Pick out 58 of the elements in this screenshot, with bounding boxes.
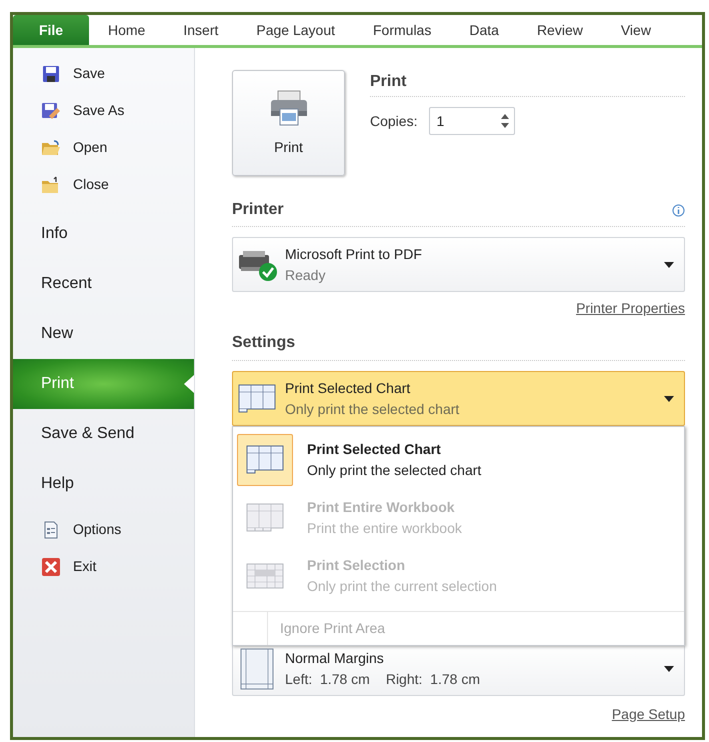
copies-spinner[interactable]: 1 bbox=[429, 107, 516, 135]
dropdown-subtitle: Only print the selected chart bbox=[285, 400, 460, 419]
ribbon-tab[interactable]: Review bbox=[518, 15, 602, 45]
selection-notch-icon bbox=[184, 375, 194, 393]
menu-option[interactable]: Print Selected Chart Only print the selected chart bbox=[233, 431, 684, 489]
printer-dropdown[interactable]: Microsoft Print to PDF Ready bbox=[232, 237, 685, 292]
menu-tab[interactable]: Help bbox=[13, 459, 194, 509]
menu-tab[interactable]: New bbox=[13, 309, 194, 359]
menu-command[interactable]: Exit bbox=[13, 548, 194, 585]
sheet-page-icon bbox=[245, 444, 285, 476]
dropdown-caret-icon bbox=[664, 262, 674, 268]
right-margin-value: Right: 1.78 cm bbox=[386, 670, 480, 689]
document-icon bbox=[43, 520, 59, 538]
option-title: Print Selected Chart bbox=[307, 440, 442, 459]
menu-command[interactable]: Save bbox=[13, 55, 194, 92]
printer-name: Microsoft Print to PDF bbox=[285, 244, 423, 264]
ribbon-tab[interactable]: Formulas bbox=[354, 15, 450, 45]
menu-command[interactable]: Save As bbox=[13, 92, 194, 129]
margins-title: Normal Margins bbox=[285, 649, 385, 668]
option-description: Only print the selected chart bbox=[307, 461, 482, 480]
page-setup-link[interactable]: Page Setup bbox=[612, 704, 685, 725]
menu-tab[interactable]: Recent bbox=[13, 259, 194, 309]
left-margin-value: Left: 1.78 cm bbox=[285, 670, 370, 689]
open-folder-icon bbox=[41, 138, 61, 156]
ribbon-tab[interactable]: View bbox=[602, 15, 670, 45]
option-title: Print Selection bbox=[307, 556, 406, 575]
option-description: Only print the current selection bbox=[307, 577, 497, 596]
menu-tab[interactable]: Save & Send bbox=[13, 409, 194, 459]
section-heading: Print bbox=[370, 70, 685, 97]
option-description: Print the entire workbook bbox=[307, 519, 462, 538]
dropdown-caret-icon bbox=[664, 396, 674, 402]
info-icon bbox=[672, 204, 685, 216]
floppy-pencil-icon bbox=[41, 102, 61, 120]
menu-command[interactable]: Open bbox=[13, 129, 194, 166]
ribbon-tab[interactable]: File bbox=[13, 15, 89, 45]
dropdown-caret-icon bbox=[664, 666, 674, 672]
menu-command[interactable]: Options bbox=[13, 511, 194, 548]
menu-tab[interactable]: Info bbox=[13, 209, 194, 259]
spin-arrows-icon bbox=[500, 113, 510, 129]
ribbon-tab[interactable]: Home bbox=[89, 15, 164, 45]
option-title: Print Entire Workbook bbox=[307, 498, 456, 517]
printer-status: Ready bbox=[285, 266, 326, 285]
ribbon-tab[interactable]: Page Layout bbox=[237, 15, 354, 45]
copies-label: Copies: bbox=[370, 112, 418, 131]
close-icon bbox=[41, 556, 61, 576]
printer-icon bbox=[268, 88, 308, 126]
folder-icon bbox=[41, 176, 61, 194]
sheet-page-icon bbox=[245, 502, 285, 534]
dropdown-title: Print Selected Chart bbox=[285, 378, 412, 398]
section-heading: Settings bbox=[232, 331, 685, 361]
sheet-page-icon bbox=[237, 382, 277, 414]
ribbon-tab[interactable]: Data bbox=[450, 15, 518, 45]
section-heading: Printer bbox=[232, 200, 284, 220]
print-button[interactable]: Print bbox=[232, 70, 345, 176]
printer-properties-link[interactable]: Printer Properties bbox=[576, 298, 685, 319]
menu-command[interactable]: Close bbox=[13, 166, 194, 203]
print-what-dropdown[interactable]: Print Selected Chart Only print the selected chart bbox=[232, 371, 685, 426]
ribbon-tab[interactable]: Insert bbox=[164, 15, 238, 45]
